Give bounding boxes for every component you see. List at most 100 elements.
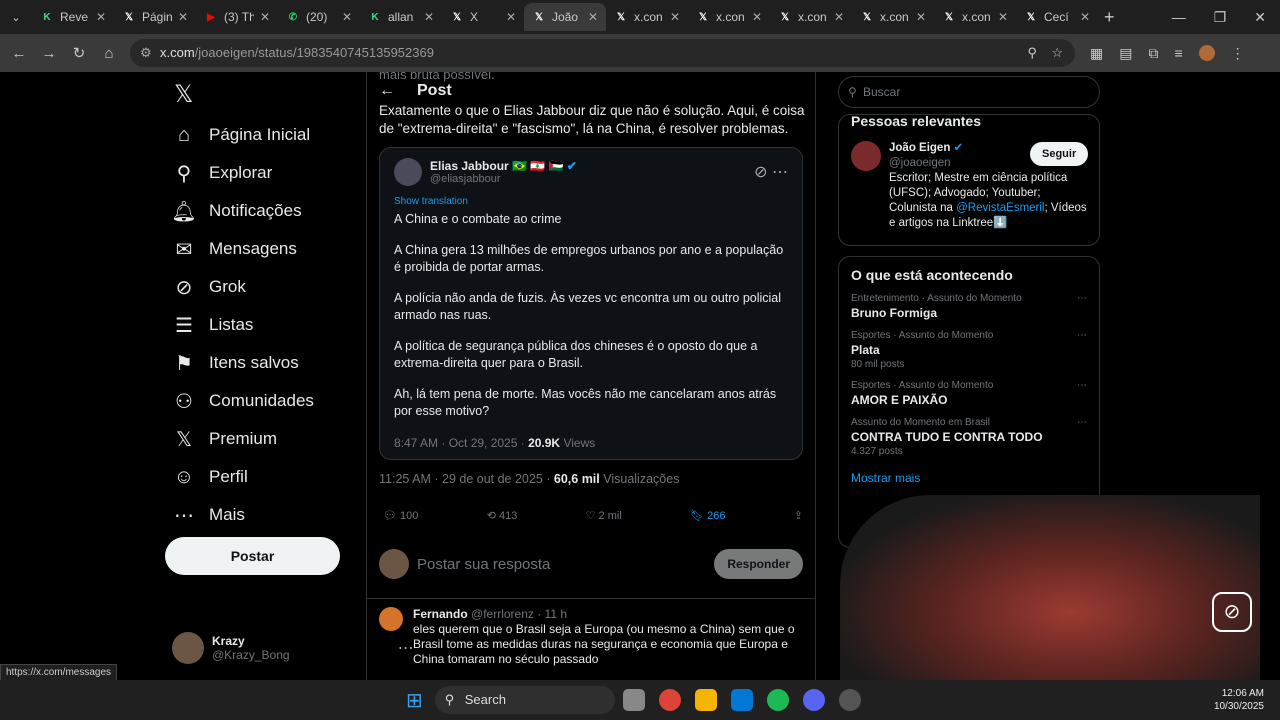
grok-floating-icon[interactable]: ⊘ (1212, 592, 1252, 632)
reply-button[interactable]: Responder (714, 549, 803, 579)
store-icon[interactable] (730, 689, 753, 711)
browser-tab[interactable]: ✆ (20) ✕ (278, 3, 360, 31)
nav-item[interactable]: ⚇ Comunidades (165, 382, 365, 420)
tab-favicon-icon: 𝕏 (944, 11, 954, 23)
tab-close-icon[interactable]: ✕ (670, 10, 680, 24)
browser-tab[interactable]: 𝕏 Págin ✕ (114, 3, 196, 31)
tab-favicon-icon: 𝕏 (1026, 11, 1036, 23)
tab-close-icon[interactable]: ✕ (260, 10, 270, 24)
trend-item[interactable]: Assunto do Momento em Brasil ⋯ CONTRA TUDO… (851, 417, 1087, 457)
bookmark-star-icon[interactable]: ☆ (1051, 39, 1063, 67)
browser-tab[interactable]: 𝕏 Cecí ✕ (1016, 3, 1098, 31)
nav-item[interactable]: ⚑ Itens salvos (165, 344, 365, 382)
tab-close-icon[interactable]: ✕ (752, 10, 762, 24)
profile-avatar[interactable] (1198, 44, 1215, 61)
show-translation-link[interactable]: Show translation (394, 196, 788, 207)
quote-paragraph: A política de segurança pública dos chin… (394, 339, 758, 370)
browser-tab[interactable]: ▶ (3) Th ✕ (196, 3, 278, 31)
browser-tab[interactable]: 𝕏 X ✕ (442, 3, 524, 31)
nav-item[interactable]: 🔔︎ Notificações (165, 192, 365, 230)
restore-button[interactable]: ❐ (1214, 9, 1227, 26)
nav-item[interactable]: ☰ Listas (165, 306, 365, 344)
browser-tab[interactable]: K Reve ✕ (32, 3, 114, 31)
comment[interactable]: Fernando @ferrlorenz · 11 h eles querem … (367, 598, 816, 675)
tab-close-icon[interactable]: ✕ (424, 10, 434, 24)
trend-item[interactable]: Esportes · Assunto do Momento ⋯ AMOR E PAI… (851, 380, 1087, 407)
tab-close-icon[interactable]: ✕ (178, 10, 188, 24)
nav-item[interactable]: ⚲ Explorar (165, 154, 365, 192)
tab-close-icon[interactable]: ✕ (1080, 10, 1090, 24)
follow-button[interactable]: Seguir (1030, 142, 1089, 166)
url-field[interactable]: ⚙ x.com/joaoeigen/status/198354074513595… (130, 39, 1075, 67)
browser-tab[interactable]: Kallan ✕ (360, 3, 442, 31)
nav-item[interactable]: ☺ Perfil (165, 458, 365, 496)
extension-icon[interactable]: ▦ (1090, 45, 1103, 62)
trend-more-icon[interactable]: ⋯ (1077, 380, 1087, 391)
forward-icon[interactable]: → (34, 45, 64, 62)
bio-link[interactable]: @RevistaEsmeril (956, 202, 1044, 214)
search-input[interactable]: ⚲ Buscar (838, 76, 1100, 108)
site-info-icon[interactable]: ⚙ (140, 39, 152, 67)
trend-more-icon[interactable]: ⋯ (1077, 417, 1087, 428)
taskbar-search[interactable]: ⚲ Search (434, 686, 615, 714)
close-window-button[interactable]: ✕ (1254, 9, 1266, 26)
browser-menu-icon[interactable]: ⋮ (1231, 45, 1245, 62)
spotify-icon[interactable] (766, 689, 789, 711)
show-more-link[interactable]: Mostrar mais (851, 471, 1087, 485)
trend-more-icon[interactable]: ⋯ (1077, 330, 1087, 341)
zoom-icon[interactable]: ⚲ (1027, 39, 1037, 67)
back-arrow-icon[interactable]: ← (379, 82, 395, 100)
media-icon[interactable]: ≡ (1174, 45, 1182, 62)
minimize-button[interactable]: — (1172, 9, 1186, 26)
tab-close-icon[interactable]: ✕ (588, 10, 598, 24)
quote-time: 8:47 AM · Oct 29, 2025 · (394, 436, 529, 450)
nav-item[interactable]: ⋯ Mais (165, 496, 365, 534)
tab-close-icon[interactable]: ✕ (998, 10, 1008, 24)
tab-search-icon[interactable]: ⌄ (0, 11, 32, 24)
person-avatar[interactable] (851, 141, 881, 171)
quoted-post[interactable]: Elias Jabbour 🇧🇷 🇱🇧 🇵🇸 ✔ @eliasjabbour ⊘… (379, 147, 803, 460)
x-logo-icon[interactable]: 𝕏 (165, 72, 365, 116)
nav-item[interactable]: ✉ Mensagens (165, 230, 365, 268)
trend-item[interactable]: Entretenimento · Assunto do Momento ⋯ Brun… (851, 293, 1087, 320)
tab-close-icon[interactable]: ✕ (96, 10, 106, 24)
tab-close-icon[interactable]: ✕ (506, 10, 516, 24)
nav-item[interactable]: ⌂ Página Inicial (165, 116, 365, 154)
tab-close-icon[interactable]: ✕ (916, 10, 926, 24)
person-name[interactable]: João Eigen (889, 142, 950, 154)
new-tab-button[interactable]: + (1104, 7, 1115, 28)
like-action[interactable]: ♡ 2 mil (586, 509, 622, 522)
browser-tab[interactable]: 𝕏x.con ✕ (688, 3, 770, 31)
discord-icon[interactable] (802, 689, 825, 711)
trend-item[interactable]: Esportes · Assunto do Momento ⋯ Plata 80 mi… (851, 330, 1087, 370)
app-icon[interactable] (838, 689, 861, 711)
tab-close-icon[interactable]: ✕ (342, 10, 352, 24)
nav-item[interactable]: 𝕏 Premium (165, 420, 365, 458)
browser-tab[interactable]: 𝕏 João ✕ (524, 3, 606, 31)
reload-icon[interactable]: ↻ (64, 44, 94, 62)
page-title: Post (417, 82, 452, 99)
home-icon[interactable]: ⌂ (94, 45, 124, 62)
reply-action[interactable]: 💬︎ 100 (383, 509, 418, 522)
explorer-icon[interactable] (694, 689, 717, 711)
repost-action[interactable]: ⟲ 413 (487, 509, 518, 522)
grok-icon[interactable]: ⊘ ⋯ (754, 162, 788, 182)
nav-item[interactable]: ⊘ Grok (165, 268, 365, 306)
chrome-icon[interactable] (658, 689, 681, 711)
back-icon[interactable]: ← (4, 45, 34, 62)
tab-close-icon[interactable]: ✕ (834, 10, 844, 24)
reply-input[interactable]: Postar sua resposta (417, 556, 550, 573)
share-icon[interactable]: ⇪ (794, 509, 803, 522)
bookmark-action[interactable]: 🔖︎ 266 (690, 509, 725, 522)
browser-tab[interactable]: 𝕏x.con ✕ (606, 3, 688, 31)
browser-tab[interactable]: 𝕏x.con ✕ (934, 3, 1016, 31)
extension-2-icon[interactable]: ▤ (1119, 45, 1132, 62)
extensions-puzzle-icon[interactable]: ⧉ (1148, 45, 1158, 62)
webcam-overlay (840, 495, 1260, 680)
browser-tab[interactable]: 𝕏x.con ✕ (852, 3, 934, 31)
post-button[interactable]: Postar (165, 537, 340, 575)
windows-start-icon[interactable]: ⊞ (406, 688, 423, 713)
browser-tab[interactable]: 𝕏x.con ✕ (770, 3, 852, 31)
trend-more-icon[interactable]: ⋯ (1077, 293, 1087, 304)
task-view-icon[interactable] (622, 689, 645, 711)
